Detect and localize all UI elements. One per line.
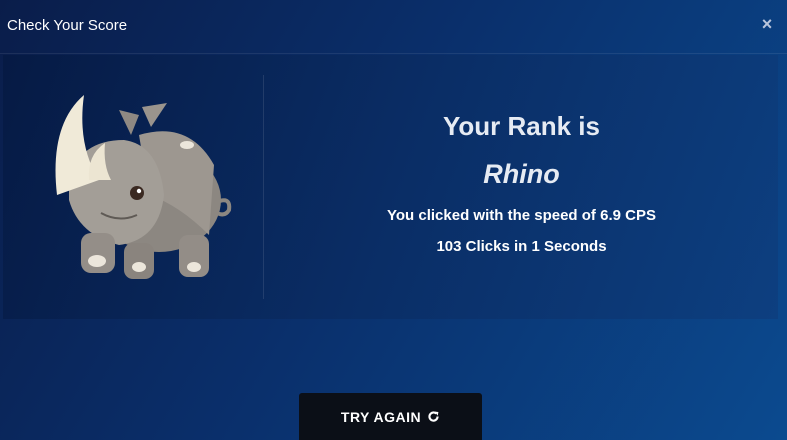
- rank-heading: Your Rank is: [442, 111, 600, 141]
- try-again-button[interactable]: TRY AGAIN: [299, 393, 482, 440]
- speed-line: You clicked with the speed of 6.9 CPS: [265, 207, 778, 224]
- rank-name: Rhino: [483, 159, 560, 189]
- rhino-mascot-icon: [55, 95, 232, 279]
- modal-title: Check Your Score: [7, 17, 128, 34]
- panel-divider: [263, 75, 264, 299]
- try-again-label: TRY AGAIN: [340, 408, 422, 425]
- speed-prefix: You clicked with the speed of: [387, 207, 596, 224]
- duration-unit: Seconds: [544, 238, 607, 255]
- clicks-count: 103: [436, 238, 462, 255]
- result-panel: Your Rank is Rhino You clicked with the …: [3, 55, 778, 319]
- duration-value: 1: [531, 238, 540, 255]
- modal-header: Check Your Score ×: [0, 0, 787, 54]
- speed-value: 6.9 CPS: [600, 207, 656, 224]
- refresh-icon: [428, 411, 439, 422]
- score-info: Your Rank is Rhino You clicked with the …: [265, 55, 778, 319]
- clicks-line: 103 Clicks in 1 Seconds: [265, 238, 778, 255]
- clicks-label: Clicks in: [465, 238, 528, 255]
- close-icon[interactable]: ×: [759, 15, 775, 33]
- mascot-area: [3, 55, 263, 319]
